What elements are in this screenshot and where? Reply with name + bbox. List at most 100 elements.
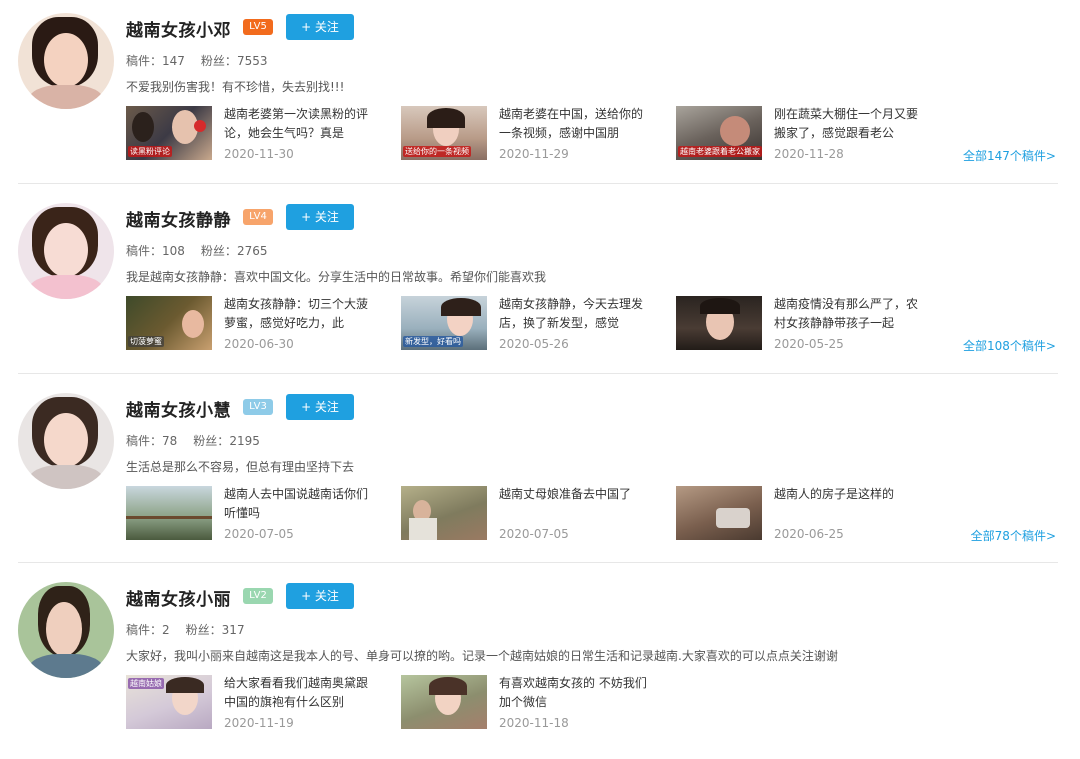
uploader-name[interactable]: 越南女孩静静 — [126, 206, 231, 231]
video-title[interactable]: 越南人的房子是这样的 — [774, 485, 922, 523]
uploader-description: 我是越南女孩静静：喜欢中国文化。分享生活中的日常故事。希望你们能喜欢我 — [126, 270, 547, 284]
video-date: 2020-11-30 — [224, 147, 294, 161]
video-item[interactable]: 送给你的一条视频 越南老婆在中国，送给你的一条视频，感谢中国朋 2020-11-… — [401, 106, 661, 162]
follow-button[interactable]: + 关注 — [286, 14, 354, 40]
uploader-card: 越南女孩小慧 LV3 + 关注 稿件：78 粉丝：2195 生活总是那么不容易，但… — [0, 380, 1080, 570]
video-thumbnail[interactable] — [401, 675, 487, 729]
level-badge: LV5 — [243, 19, 273, 35]
video-thumbnail[interactable]: 越南姑娘 — [126, 675, 212, 729]
level-badge: LV2 — [243, 588, 273, 604]
video-thumbnail[interactable] — [126, 486, 212, 540]
divider — [18, 562, 1058, 563]
fans-count: 7553 — [236, 54, 268, 68]
video-title[interactable]: 给大家看看我们越南奥黛跟中国的旗袍有什么区别 — [224, 674, 372, 712]
thumbnail-caption: 切菠萝蜜 — [128, 336, 164, 347]
video-item[interactable]: 切菠萝蜜 越南女孩静静：切三个大菠萝蜜，感觉好吃力，此 2020-06-30 — [126, 296, 386, 352]
thumbnail-caption: 越南老婆跟着老公搬家 — [678, 146, 762, 157]
video-title[interactable]: 越南老婆在中国，送给你的一条视频，感谢中国朋 — [499, 105, 647, 143]
video-title[interactable]: 越南人去中国说越南话你们听懂吗 — [224, 485, 372, 523]
uploader-stats: 稿件：2 粉丝：317 — [126, 621, 245, 638]
works-label: 稿件： — [126, 623, 163, 637]
video-title[interactable]: 越南丈母娘准备去中国了 — [499, 485, 647, 523]
video-thumbnail[interactable]: 新发型，好看吗 — [401, 296, 487, 350]
video-date: 2020-11-18 — [499, 716, 569, 730]
avatar[interactable] — [18, 393, 114, 489]
works-label: 稿件： — [126, 54, 163, 68]
uploader-stats: 稿件：78 粉丝：2195 — [126, 432, 260, 449]
video-thumbnail[interactable] — [676, 296, 762, 350]
video-date: 2020-05-26 — [499, 337, 569, 351]
all-videos-link[interactable]: 全部147个稿件> — [963, 147, 1056, 164]
fans-label: 粉丝： — [193, 434, 230, 448]
uploader-card: 越南女孩小邓 LV5 + 关注 稿件：147 粉丝：7553 不爱我别伤害我！有不… — [0, 0, 1080, 190]
fans-label: 粉丝： — [185, 623, 222, 637]
all-videos-link[interactable]: 全部108个稿件> — [963, 337, 1056, 354]
works-count: 78 — [162, 434, 178, 448]
works-count: 108 — [162, 244, 185, 258]
video-item[interactable]: 越南老婆跟着老公搬家 刚在蔬菜大棚住一个月又要搬家了，感觉跟看老公 2020-1… — [676, 106, 936, 162]
uploader-card: 越南女孩静静 LV4 + 关注 稿件：108 粉丝：2765 我是越南女孩静静：喜… — [0, 190, 1080, 380]
video-date: 2020-06-30 — [224, 337, 294, 351]
thumbnail-caption: 新发型，好看吗 — [403, 336, 463, 347]
video-thumbnail[interactable]: 切菠萝蜜 — [126, 296, 212, 350]
video-item[interactable]: 读黑粉评论 越南老婆第一次读黑粉的评论，她会生气吗？真是 2020-11-30 — [126, 106, 386, 162]
video-date: 2020-11-19 — [224, 716, 294, 730]
follow-button[interactable]: + 关注 — [286, 583, 354, 609]
fans-label: 粉丝： — [200, 244, 237, 258]
uploader-description: 大家好，我叫小丽来自越南这是我本人的号、单身可以撩的哟。记录一个越南姑娘的日常生… — [126, 649, 838, 663]
video-title[interactable]: 越南疫情没有那么严了，农村女孩静静带孩子一起 — [774, 295, 922, 333]
follow-button[interactable]: + 关注 — [286, 204, 354, 230]
level-badge: LV4 — [243, 209, 273, 225]
video-title[interactable]: 有喜欢越南女孩的 不妨我们加个微信 — [499, 674, 647, 712]
video-item[interactable]: 有喜欢越南女孩的 不妨我们加个微信 2020-11-18 — [401, 675, 661, 731]
avatar[interactable] — [18, 582, 114, 678]
avatar[interactable] — [18, 13, 114, 109]
level-badge: LV3 — [243, 399, 273, 415]
video-thumbnail[interactable]: 读黑粉评论 — [126, 106, 212, 160]
uploader-name[interactable]: 越南女孩小慧 — [126, 396, 231, 421]
uploader-name[interactable]: 越南女孩小邓 — [126, 16, 231, 41]
video-title[interactable]: 刚在蔬菜大棚住一个月又要搬家了，感觉跟看老公 — [774, 105, 922, 143]
fans-count: 2765 — [236, 244, 268, 258]
video-date: 2020-07-05 — [499, 527, 569, 541]
works-count: 2 — [162, 623, 170, 637]
divider — [18, 373, 1058, 374]
uploader-card: 越南女孩小丽 LV2 + 关注 稿件：2 粉丝：317 大家好，我叫小丽来自越南这… — [0, 569, 1080, 759]
uploader-list: 越南女孩小邓 LV5 + 关注 稿件：147 粉丝：7553 不爱我别伤害我！有不… — [0, 0, 1080, 749]
thumbnail-caption: 送给你的一条视频 — [403, 146, 471, 157]
uploader-stats: 稿件：147 粉丝：7553 — [126, 52, 267, 69]
uploader-description: 生活总是那么不容易，但总有理由坚持下去 — [126, 460, 355, 474]
all-videos-link[interactable]: 全部78个稿件> — [971, 527, 1056, 544]
video-thumbnail[interactable]: 越南老婆跟着老公搬家 — [676, 106, 762, 160]
video-item[interactable]: 越南姑娘 给大家看看我们越南奥黛跟中国的旗袍有什么区别 2020-11-19 — [126, 675, 386, 731]
works-label: 稿件： — [126, 244, 163, 258]
thumbnail-caption: 越南姑娘 — [128, 678, 164, 689]
divider — [18, 183, 1058, 184]
video-item[interactable]: 越南人去中国说越南话你们听懂吗 2020-07-05 — [126, 486, 386, 542]
works-count: 147 — [162, 54, 185, 68]
follow-button[interactable]: + 关注 — [286, 394, 354, 420]
video-date: 2020-11-28 — [774, 147, 844, 161]
video-thumbnail[interactable] — [401, 486, 487, 540]
video-title[interactable]: 越南老婆第一次读黑粉的评论，她会生气吗？真是 — [224, 105, 372, 143]
video-title[interactable]: 越南女孩静静：切三个大菠萝蜜，感觉好吃力，此 — [224, 295, 372, 333]
thumbnail-caption: 读黑粉评论 — [128, 146, 172, 157]
works-label: 稿件： — [126, 434, 163, 448]
fans-label: 粉丝： — [200, 54, 237, 68]
video-item[interactable]: 越南人的房子是这样的 2020-06-25 — [676, 486, 936, 542]
avatar[interactable] — [18, 203, 114, 299]
video-date: 2020-11-29 — [499, 147, 569, 161]
video-date: 2020-05-25 — [774, 337, 844, 351]
video-item[interactable]: 越南疫情没有那么严了，农村女孩静静带孩子一起 2020-05-25 — [676, 296, 936, 352]
video-title[interactable]: 越南女孩静静，今天去理发店，换了新发型，感觉 — [499, 295, 647, 333]
video-thumbnail[interactable] — [676, 486, 762, 540]
fans-count: 317 — [221, 623, 245, 637]
video-item[interactable]: 新发型，好看吗 越南女孩静静，今天去理发店，换了新发型，感觉 2020-05-2… — [401, 296, 661, 352]
video-date: 2020-07-05 — [224, 527, 294, 541]
video-item[interactable]: 越南丈母娘准备去中国了 2020-07-05 — [401, 486, 661, 542]
fans-count: 2195 — [229, 434, 260, 448]
uploader-name[interactable]: 越南女孩小丽 — [126, 585, 231, 610]
uploader-description: 不爱我别伤害我！有不珍惜，失去别找!!! — [126, 80, 345, 94]
uploader-stats: 稿件：108 粉丝：2765 — [126, 242, 267, 259]
video-thumbnail[interactable]: 送给你的一条视频 — [401, 106, 487, 160]
